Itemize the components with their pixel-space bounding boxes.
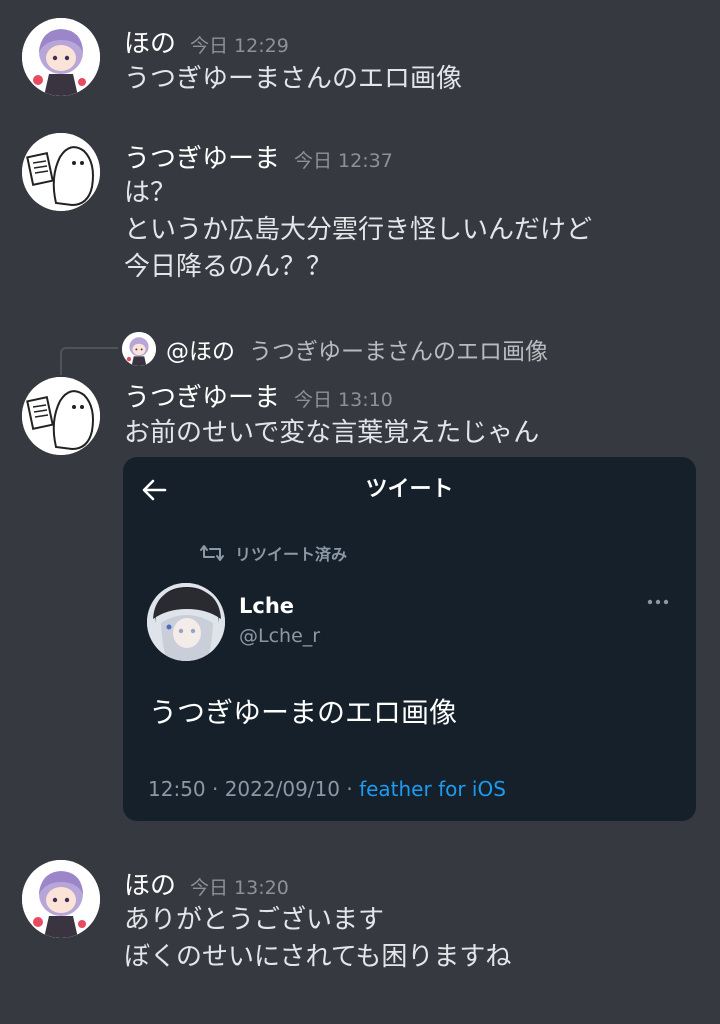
avatar-hono[interactable] — [22, 18, 100, 96]
author-name[interactable]: ほの — [124, 871, 176, 901]
avatar-utsugi[interactable] — [22, 133, 100, 211]
retweet-icon — [200, 545, 224, 561]
author-name[interactable]: ほの — [124, 29, 176, 59]
author-name[interactable]: うつぎゆーま — [124, 383, 280, 413]
tweet-author-avatar — [147, 583, 225, 661]
message-line: お前のせいで変な言葉覚えたじゃん — [124, 418, 540, 448]
tweet-page-title: ツイート — [365, 477, 454, 502]
avatar-hono[interactable] — [22, 860, 100, 938]
message-line: ありがとうございます — [124, 905, 385, 935]
message-content: ありがとうございます ぼくのせいにされても困りますね — [124, 902, 511, 976]
message-header: ほの 今日 13:20 — [124, 869, 289, 903]
reply-author[interactable]: @ほの — [166, 332, 235, 366]
message-line: ぼくのせいにされても困りますね — [124, 942, 512, 972]
message-line: は？ — [124, 178, 177, 208]
author-name[interactable]: うつぎゆーま — [124, 144, 280, 174]
message-content: お前のせいで変な言葉覚えたじゃん — [124, 415, 539, 452]
more-horizontal-icon — [647, 599, 669, 605]
reply-reference[interactable]: @ほの うつぎゆーまさんのエロ画像 — [122, 332, 548, 366]
tweet-meta: 12:50 · 2022/09/10 · feather for iOS — [148, 775, 506, 803]
timestamp: 今日 13:20 — [190, 877, 289, 899]
reply-text[interactable]: うつぎゆーまさんのエロ画像 — [249, 332, 548, 366]
timestamp: 今日 13:10 — [294, 389, 393, 411]
retweet-label: リツイート済み — [235, 545, 348, 564]
tweet-client-link: feather for iOS — [359, 777, 506, 801]
message-content: は？ というか広島大分雲行き怪しいんだけど 今日降るのん？？ — [124, 175, 592, 286]
reply-connector — [60, 347, 118, 375]
tweet-timestamp: 12:50 · 2022/09/10 · — [148, 777, 360, 801]
retweet-indicator: リツイート済み — [199, 541, 347, 565]
message-header: うつぎゆーま 今日 13:10 — [124, 381, 393, 415]
message-content: うつぎゆーまさんのエロ画像 — [124, 61, 462, 98]
tweet-text: うつぎゆーまのエロ画像 — [149, 696, 458, 729]
reply-avatar — [122, 332, 156, 366]
avatar-utsugi[interactable] — [22, 377, 100, 455]
message-line: 今日降るのん？？ — [124, 252, 333, 282]
message-header: ほの 今日 12:29 — [124, 27, 289, 61]
timestamp: 今日 12:37 — [294, 150, 393, 172]
tweet-author-handle: @Lche_r — [239, 625, 321, 647]
tweet-author-name: Lche — [239, 594, 295, 618]
message-line: うつぎゆーまさんのエロ画像 — [124, 64, 463, 94]
message-header: うつぎゆーま 今日 12:37 — [124, 142, 393, 176]
timestamp: 今日 12:29 — [190, 35, 289, 57]
message-line: というか広島大分雲行き怪しいんだけど — [124, 215, 593, 245]
embedded-image[interactable]: ツイート リツイート済み Lche @Lche_r うつぎゆーまのエロ画像 12… — [123, 457, 696, 821]
